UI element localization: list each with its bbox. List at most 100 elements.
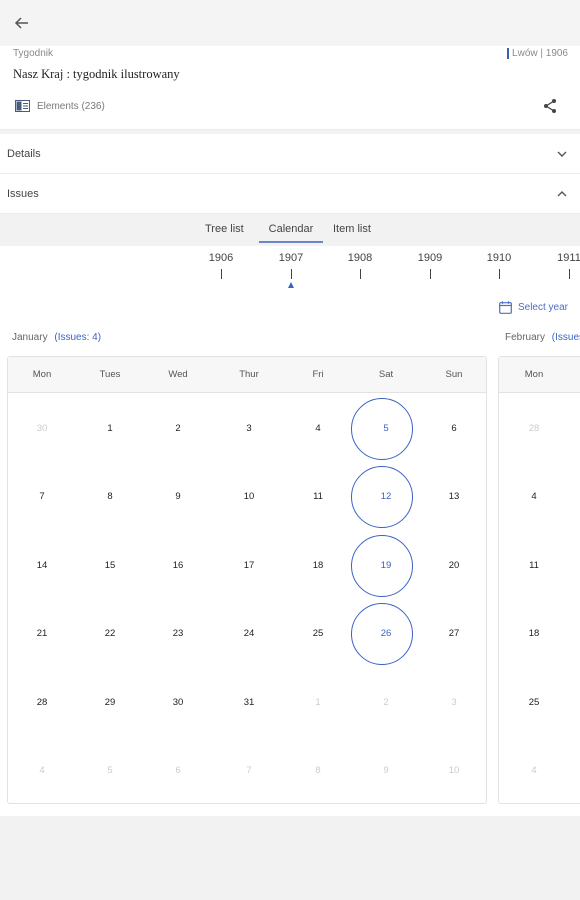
issue-day[interactable]: 5	[356, 423, 416, 434]
calendar-day: 27	[448, 628, 460, 639]
weekday-header: Mon Tues Wed Thur Fri Sat Sun	[8, 357, 486, 393]
weekday-label: Sun	[445, 369, 463, 380]
elements-link[interactable]: Elements (236)	[15, 100, 105, 112]
selected-year-marker	[288, 282, 294, 288]
adjacent-month-day: 28	[528, 423, 540, 434]
weekday-header: Mon	[499, 357, 580, 393]
adjacent-month-day: 30	[36, 423, 48, 434]
calendar-day: 25	[312, 628, 324, 639]
year-tick	[569, 269, 570, 279]
chevron-down-icon	[557, 151, 567, 157]
year-tick	[221, 269, 222, 279]
year-option[interactable]: 1909	[410, 252, 450, 264]
year-tick	[360, 269, 361, 279]
list-icon	[15, 100, 30, 112]
issues-panel: Tree list Calendar Item list 1906 1907 1…	[0, 214, 580, 816]
page-title: Nasz Kraj : tygodnik ilustrowany	[13, 67, 180, 81]
share-icon	[544, 99, 556, 113]
calendar-day: 14	[36, 560, 48, 571]
issues-label: Issues	[7, 187, 39, 200]
calendar-day: 21	[36, 628, 48, 639]
weekday-label: Wed	[168, 369, 188, 380]
publication-type: Tygodnik	[13, 48, 54, 59]
weekday-label: Mon	[32, 369, 52, 380]
calendar-day: 2	[175, 423, 181, 434]
calendar-day: 25	[528, 697, 540, 708]
elements-label: Elements (236)	[37, 100, 105, 112]
year-tick	[430, 269, 431, 279]
calendar-day: 6	[451, 423, 457, 434]
adjacent-month-day: 4	[39, 765, 45, 776]
select-year-button[interactable]: Select year	[499, 301, 568, 314]
month-issues-count[interactable]: (Issues: 4)	[54, 332, 101, 343]
calendar-day: 29	[104, 697, 116, 708]
adjacent-month-day: 2	[383, 697, 389, 708]
calendar-icon	[499, 301, 512, 314]
calendar-day: 3	[246, 423, 252, 434]
chevron-up-icon	[557, 191, 567, 197]
month-issues-count[interactable]: (Issues	[552, 332, 580, 343]
issue-day[interactable]: 12	[356, 491, 416, 502]
weekday-label: Tues	[99, 369, 121, 380]
year-option[interactable]: 1910	[479, 252, 519, 264]
adjacent-month-day: 7	[246, 765, 252, 776]
calendar-day: 18	[312, 560, 324, 571]
adjacent-month-day: 8	[315, 765, 321, 776]
tab-item-list[interactable]: Item list	[333, 223, 371, 235]
calendar-day: 4	[531, 491, 537, 502]
arrow-left-icon	[14, 17, 28, 29]
calendar-day: 15	[104, 560, 116, 571]
calendar-day: 8	[107, 491, 113, 502]
calendar-day: 20	[448, 560, 460, 571]
issue-day[interactable]: 26	[356, 628, 416, 639]
month-name: January	[12, 332, 48, 343]
weekday-label: Mon	[524, 369, 544, 380]
weekday-label: Fri	[312, 369, 324, 380]
calendar-day: 23	[172, 628, 184, 639]
year-option[interactable]: 1908	[340, 252, 380, 264]
weekday-label: Sat	[378, 369, 394, 380]
calendar-day: 28	[36, 697, 48, 708]
adjacent-month-day: 9	[383, 765, 389, 776]
calendar-day: 30	[172, 697, 184, 708]
calendar-day: 17	[243, 560, 255, 571]
select-year-label: Select year	[517, 302, 568, 313]
share-button[interactable]	[542, 98, 560, 116]
details-section-toggle[interactable]: Details	[0, 134, 580, 174]
month-label-january: January (Issues: 4)	[12, 332, 101, 343]
adjacent-month-day: 4	[531, 765, 537, 776]
calendar-day: 1	[107, 423, 113, 434]
details-label: Details	[7, 147, 41, 160]
back-button[interactable]	[10, 11, 34, 35]
calendar-day: 31	[243, 697, 255, 708]
view-tabs: Tree list Calendar Item list	[0, 214, 580, 246]
adjacent-month-day: 10	[448, 765, 460, 776]
year-tick	[499, 269, 500, 279]
calendar-day: 7	[39, 491, 45, 502]
calendar-day: 13	[448, 491, 460, 502]
calendar-day: 11	[529, 560, 539, 571]
publication-place-date: Lwów | 1906	[507, 48, 568, 59]
publication-header: Tygodnik Lwów | 1906 Nasz Kraj : tygodni…	[0, 46, 580, 130]
calendar-day: 18	[528, 628, 540, 639]
month-label-february: February (Issues	[505, 332, 580, 343]
issue-day[interactable]: 19	[356, 560, 416, 571]
year-option[interactable]: 1906	[201, 252, 241, 264]
calendar-day: 10	[243, 491, 255, 502]
calendar-day: 22	[104, 628, 116, 639]
year-tick	[291, 269, 292, 279]
calendar-day: 16	[172, 560, 184, 571]
year-option[interactable]: 1911	[549, 252, 580, 264]
calendar-day: 24	[243, 628, 255, 639]
top-bar	[0, 0, 580, 46]
bottom-area	[0, 816, 580, 900]
year-option-selected[interactable]: 1907	[271, 252, 311, 264]
tab-calendar[interactable]: Calendar	[259, 223, 323, 243]
calendar-january: Mon Tues Wed Thur Fri Sat Sun 30 1 2 3 4 5 6 7 8 9 10 11 1…	[7, 356, 487, 804]
adjacent-month-day: 6	[175, 765, 181, 776]
tab-tree-list[interactable]: Tree list	[205, 223, 244, 235]
issues-section-toggle[interactable]: Issues	[0, 174, 580, 214]
calendar-day: 4	[315, 423, 321, 434]
adjacent-month-day: 5	[107, 765, 113, 776]
weekday-label: Thur	[239, 369, 259, 380]
